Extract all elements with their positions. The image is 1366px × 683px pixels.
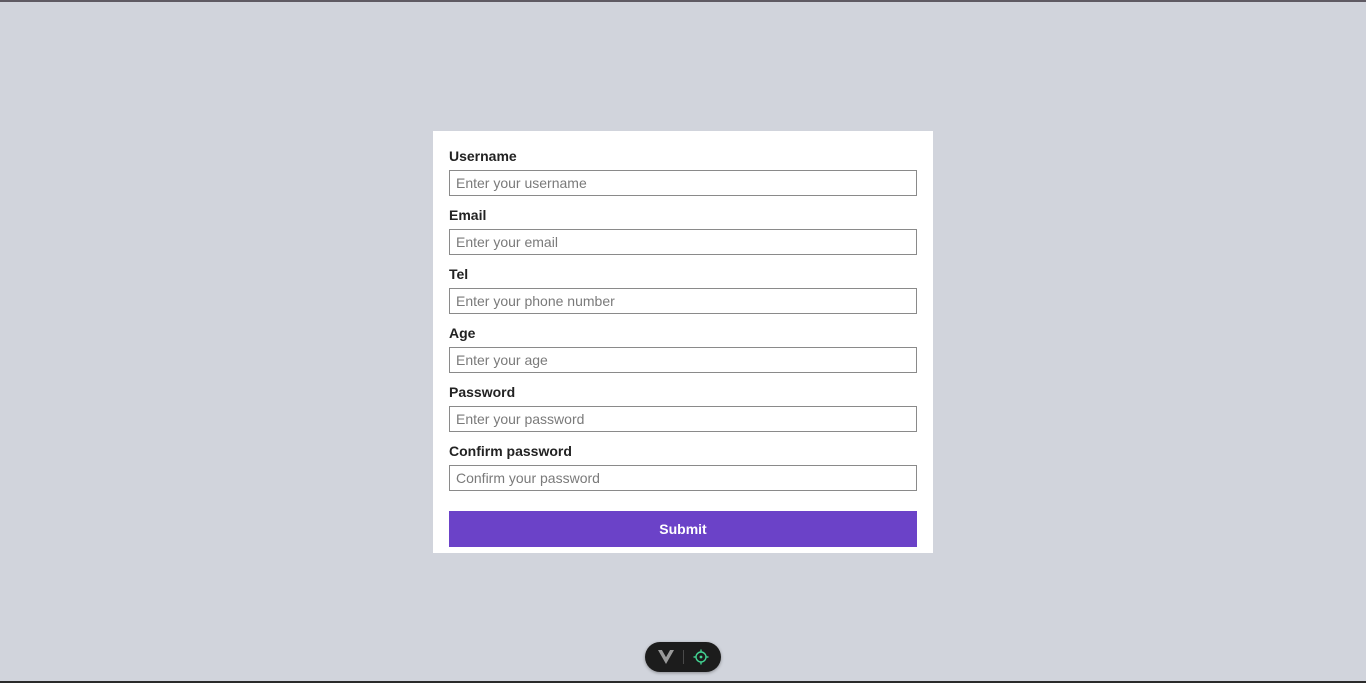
submit-button[interactable]: Submit [449, 511, 917, 547]
inspect-component-button[interactable] [684, 642, 718, 672]
crosshair-icon [693, 649, 708, 665]
vue-devtools-toggle [645, 642, 721, 672]
password-field-group: Password [449, 383, 917, 442]
tel-input[interactable] [449, 288, 917, 314]
age-label: Age [449, 325, 476, 341]
vue-devtools-button[interactable] [649, 642, 683, 672]
email-input[interactable] [449, 229, 917, 255]
confirm-password-field-group: Confirm password [449, 442, 917, 501]
vue-logo-icon [657, 650, 674, 664]
window-top-edge [0, 0, 1366, 2]
confirm-password-input[interactable] [449, 465, 917, 491]
confirm-password-label: Confirm password [449, 443, 572, 459]
username-input[interactable] [449, 170, 917, 196]
password-input[interactable] [449, 406, 917, 432]
username-field-group: Username [449, 147, 917, 206]
email-label: Email [449, 207, 487, 223]
signup-form: Username Email Tel Age Password Confirm … [433, 131, 933, 553]
age-input[interactable] [449, 347, 917, 373]
tel-label: Tel [449, 266, 469, 282]
password-label: Password [449, 384, 516, 400]
age-field-group: Age [449, 324, 917, 383]
username-label: Username [449, 148, 517, 164]
tel-field-group: Tel [449, 265, 917, 324]
email-field-group: Email [449, 206, 917, 265]
